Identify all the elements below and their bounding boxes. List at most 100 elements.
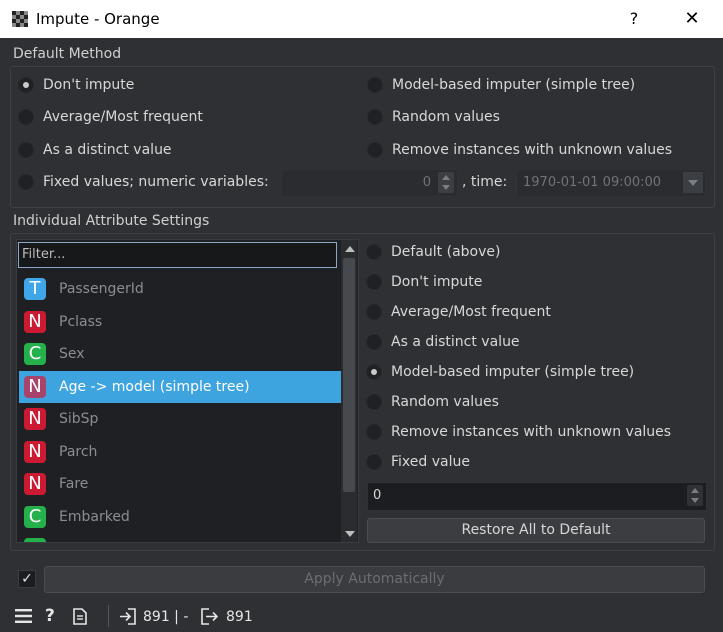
- attribute-type-icon: N: [24, 375, 46, 398]
- default-radio-average[interactable]: Average/Most frequent: [18, 106, 203, 128]
- time-label: , time:: [462, 174, 508, 190]
- radio-label: Random values: [391, 394, 499, 410]
- attribute-list-scrollbar[interactable]: [341, 240, 357, 542]
- radio-indicator: [366, 454, 382, 470]
- attribute-name: SibSp: [59, 411, 99, 427]
- help-button[interactable]: ?: [622, 7, 646, 31]
- method-radio[interactable]: Don't impute: [366, 271, 482, 293]
- radio-indicator: [366, 394, 382, 410]
- restore-default-button[interactable]: Restore All to Default: [367, 518, 705, 543]
- default-radio-distinct[interactable]: As a distinct value: [18, 139, 172, 161]
- radio-indicator: [366, 424, 382, 440]
- dropdown-arrow-icon[interactable]: [683, 172, 703, 193]
- input-count: 891 | -: [143, 609, 189, 625]
- scroll-down-icon[interactable]: [345, 531, 355, 537]
- help-icon[interactable]: ?: [45, 606, 55, 626]
- method-radio[interactable]: Model-based imputer (simple tree): [366, 361, 634, 383]
- attribute-type-icon: [24, 538, 46, 542]
- default-radio-fixed[interactable]: Fixed values; numeric variables:: [18, 171, 269, 193]
- radio-label: Average/Most frequent: [391, 304, 551, 320]
- radio-indicator: [366, 364, 382, 380]
- numeric-value: 0: [422, 175, 431, 190]
- output-count: 891: [226, 609, 253, 625]
- radio-label: As a distinct value: [43, 142, 172, 158]
- attribute-item[interactable]: N Parch: [19, 436, 341, 468]
- attribute-item-partial[interactable]: [19, 533, 341, 542]
- attribute-type-icon: N: [24, 408, 46, 430]
- radio-label: Random values: [392, 109, 500, 125]
- radio-label: Model-based imputer (simple tree): [391, 364, 635, 380]
- menu-icon[interactable]: [15, 609, 32, 627]
- attribute-name: Fare: [59, 476, 89, 492]
- scroll-thumb[interactable]: [343, 258, 355, 492]
- apply-automatically-button[interactable]: Apply Automatically: [44, 566, 705, 593]
- radio-label: Fixed values; numeric variables:: [43, 174, 269, 190]
- default-radio-random[interactable]: Random values: [367, 106, 500, 128]
- status-bar: ? 891 | - 891: [0, 600, 723, 632]
- attribute-list[interactable]: Filter... T PassengerId N Pclass C Sex N Age ->…: [16, 239, 359, 543]
- status-divider: [108, 605, 109, 627]
- fixed-value: 0: [373, 488, 382, 503]
- output-icon: [201, 608, 219, 629]
- default-radio-dont-impute[interactable]: Don't impute: [18, 74, 134, 96]
- attribute-type-icon: T: [24, 278, 46, 300]
- attribute-name: Age -> model (simple tree): [59, 378, 250, 395]
- radio-label: Average/Most frequent: [43, 109, 203, 125]
- title-bar: Impute - Orange ? ✕: [0, 0, 723, 38]
- spin-arrows-icon[interactable]: [438, 172, 454, 193]
- window-title: Impute - Orange: [36, 10, 160, 28]
- default-radio-remove[interactable]: Remove instances with unknown values: [367, 139, 672, 161]
- attribute-name: Embarked: [59, 508, 130, 525]
- method-radio[interactable]: Random values: [366, 391, 499, 413]
- close-button[interactable]: ✕: [680, 7, 704, 31]
- attribute-type-icon: N: [24, 310, 46, 333]
- attribute-type-icon: N: [24, 473, 46, 495]
- method-radio[interactable]: Default (above): [366, 241, 500, 263]
- radio-indicator: [18, 174, 34, 190]
- time-value-combo[interactable]: 1970-01-01 09:00:00: [516, 169, 706, 197]
- default-method-title: Default Method: [13, 46, 122, 62]
- radio-indicator: [18, 142, 34, 158]
- attribute-name: Sex: [59, 346, 85, 362]
- radio-indicator: [366, 334, 382, 350]
- attribute-type-icon: C: [24, 505, 46, 528]
- radio-label: As a distinct value: [391, 334, 520, 350]
- report-icon[interactable]: [73, 608, 87, 629]
- orange-app-icon: [12, 11, 28, 27]
- radio-label: Fixed value: [391, 454, 470, 470]
- attribute-item[interactable]: C Embarked: [19, 501, 341, 533]
- attribute-item[interactable]: N SibSp: [19, 403, 341, 435]
- radio-indicator: [366, 274, 382, 290]
- fixed-value-spinbox[interactable]: 0: [367, 482, 707, 511]
- attribute-name: PassengerId: [59, 281, 144, 297]
- time-value: 1970-01-01 09:00:00: [523, 175, 662, 190]
- apply-auto-checkbox[interactable]: ✓: [18, 570, 36, 588]
- scroll-up-icon[interactable]: [345, 246, 355, 252]
- filter-input[interactable]: Filter...: [18, 242, 337, 268]
- attribute-item[interactable]: T PassengerId: [19, 273, 341, 305]
- radio-label: Default (above): [391, 244, 501, 260]
- attribute-name: Parch: [59, 443, 98, 460]
- radio-label: Remove instances with unknown values: [392, 142, 673, 158]
- radio-indicator: [367, 109, 383, 125]
- default-radio-model[interactable]: Model-based imputer (simple tree): [367, 74, 635, 96]
- numeric-value-spinbox[interactable]: 0: [281, 169, 458, 197]
- radio-indicator: [18, 109, 34, 125]
- attribute-item[interactable]: C Sex: [19, 338, 341, 370]
- radio-indicator: [367, 142, 383, 158]
- radio-indicator: [18, 77, 34, 93]
- attribute-item[interactable]: N Age -> model (simple tree): [19, 370, 341, 403]
- radio-label: Model-based imputer (simple tree): [392, 77, 636, 93]
- radio-indicator: [366, 244, 382, 260]
- spin-arrows-icon[interactable]: [687, 485, 703, 506]
- method-radio[interactable]: Fixed value: [366, 451, 470, 473]
- method-radio[interactable]: As a distinct value: [366, 331, 520, 353]
- method-radio[interactable]: Average/Most frequent: [366, 301, 551, 323]
- method-radio[interactable]: Remove instances with unknown values: [366, 421, 671, 443]
- radio-indicator: [367, 77, 383, 93]
- radio-label: Don't impute: [43, 77, 135, 93]
- attribute-item[interactable]: N Fare: [19, 468, 341, 500]
- attribute-type-icon: N: [24, 440, 46, 463]
- attribute-item[interactable]: N Pclass: [19, 306, 341, 338]
- individual-settings-title: Individual Attribute Settings: [13, 213, 210, 229]
